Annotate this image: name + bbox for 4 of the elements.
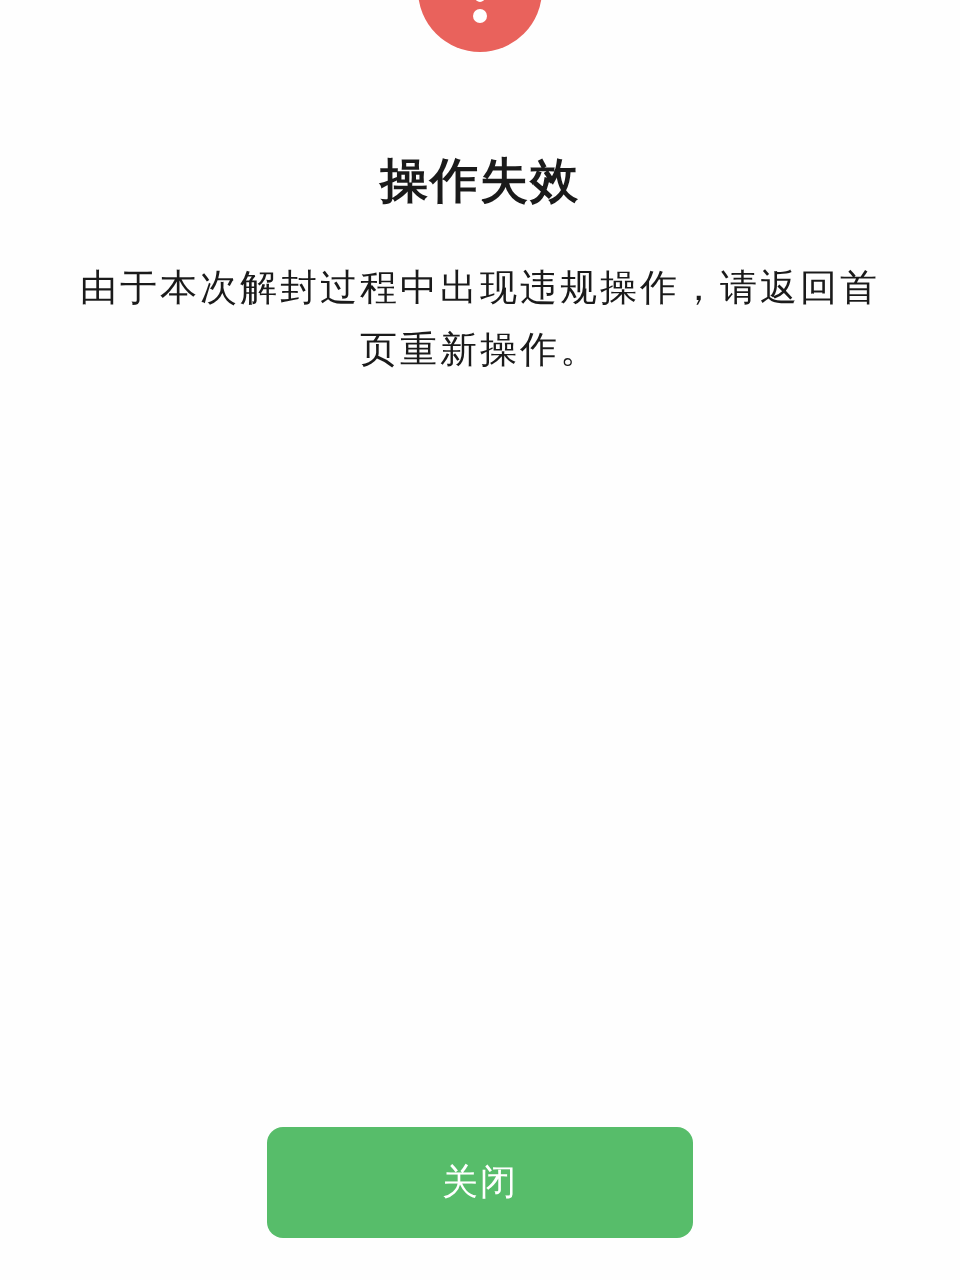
dialog-title: 操作失效 [380,151,580,210]
close-button[interactable]: 关闭 [267,1127,693,1238]
warning-icon [418,0,542,52]
message-text: 由于本次解封过程中出现违规操作，请返回首页重新操作。 [79,265,881,373]
